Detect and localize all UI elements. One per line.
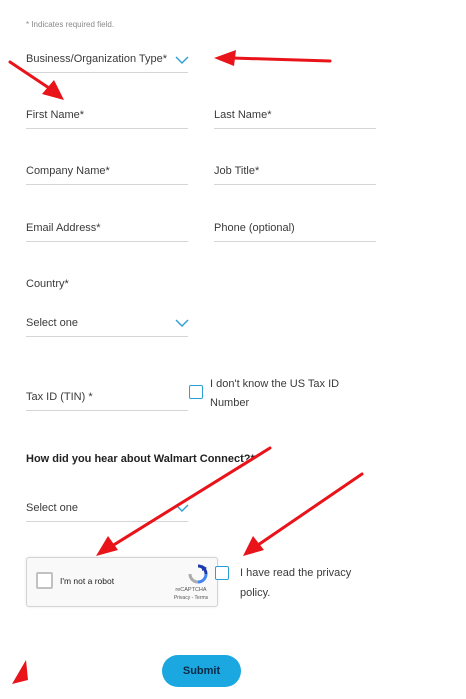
annotation-arrowhead	[42, 80, 64, 100]
privacy-label-line2[interactable]: policy.	[240, 587, 270, 599]
annotation-arrowhead	[214, 50, 236, 66]
tax-id-unknown-label-line2: Number	[210, 397, 250, 409]
recaptcha-widget: I'm not a robot reCAPTCHA Privacy - Term…	[26, 557, 218, 607]
recaptcha-logo-icon	[188, 564, 208, 584]
annotation-arrowhead	[96, 536, 118, 556]
company-name-underline	[26, 184, 188, 185]
hear-about-select[interactable]: Select one	[26, 502, 78, 514]
annotation-arrow	[8, 60, 54, 92]
business-type-underline	[26, 72, 188, 73]
business-type-select[interactable]: Business/Organization Type*	[26, 53, 167, 65]
hear-about-underline	[26, 521, 188, 522]
tax-id-unknown-label-line1: I don't know the US Tax ID	[210, 378, 340, 390]
email-underline	[26, 241, 188, 242]
first-name-underline	[26, 128, 188, 129]
company-name-field[interactable]: Company Name*	[26, 165, 110, 177]
first-name-field[interactable]: First Name*	[26, 109, 84, 121]
recaptcha-links[interactable]: Privacy - Terms	[171, 595, 211, 601]
tax-id-field[interactable]: Tax ID (TIN) *	[26, 391, 93, 403]
job-title-underline	[214, 184, 376, 185]
phone-underline	[214, 241, 376, 242]
chevron-down-icon[interactable]	[175, 318, 189, 328]
job-title-field[interactable]: Job Title*	[214, 165, 259, 177]
required-field-note: * Indicates required field.	[26, 20, 115, 29]
annotation-arrowhead	[243, 536, 264, 556]
email-field[interactable]: Email Address*	[26, 222, 101, 234]
chevron-down-icon[interactable]	[175, 55, 189, 65]
country-label: Country*	[26, 278, 69, 290]
phone-field[interactable]: Phone (optional)	[214, 222, 295, 234]
last-name-underline	[214, 128, 376, 129]
country-underline	[26, 336, 188, 337]
annotation-arrow	[256, 472, 364, 547]
hear-about-label: How did you hear about Walmart Connect?*	[26, 453, 255, 465]
recaptcha-brand: reCAPTCHA	[175, 587, 207, 593]
recaptcha-label: I'm not a robot	[60, 576, 115, 586]
chevron-down-icon[interactable]	[175, 503, 189, 513]
recaptcha-checkbox[interactable]	[36, 572, 53, 589]
tax-id-unknown-checkbox[interactable]	[189, 385, 203, 399]
privacy-label-line1: I have read the privacy	[240, 567, 352, 579]
tax-id-underline	[26, 410, 188, 411]
annotation-arrow	[230, 56, 332, 63]
privacy-checkbox[interactable]	[215, 566, 229, 580]
last-name-field[interactable]: Last Name*	[214, 109, 271, 121]
country-select[interactable]: Select one	[26, 317, 78, 329]
annotation-arrowhead	[12, 660, 28, 684]
submit-button[interactable]: Submit	[162, 655, 241, 687]
